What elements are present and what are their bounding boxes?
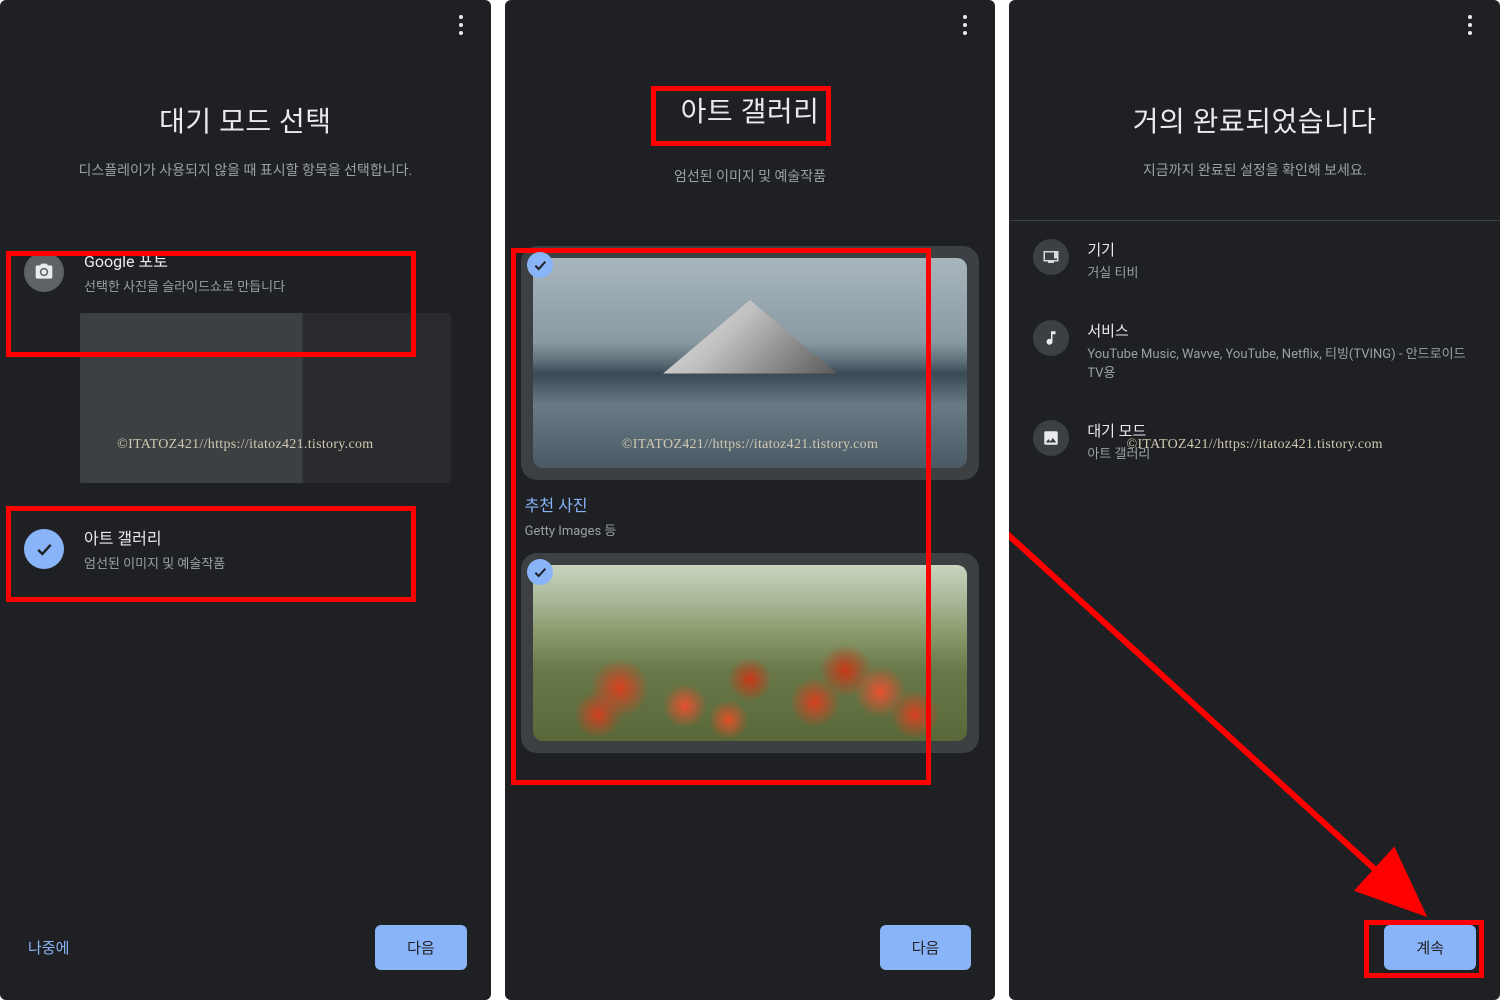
image-icon [1033, 420, 1069, 456]
summary-item-services[interactable]: 서비스 YouTube Music, Wavve, YouTube, Netfl… [1033, 302, 1476, 402]
summary-desc: 아트 갤러리 [1087, 445, 1150, 465]
page-subtitle: 엄선된 이미지 및 예술작품 [525, 166, 976, 186]
check-icon [527, 252, 553, 278]
arrow-annotation [1009, 480, 1469, 960]
more-vert-icon[interactable] [955, 7, 975, 43]
highlight-box-title [651, 86, 831, 146]
highlight-box-continue [1364, 920, 1484, 978]
summary-item-device[interactable]: 기기 거실 티비 [1033, 221, 1476, 302]
more-vert-icon[interactable] [1460, 7, 1480, 43]
later-link[interactable]: 나중에 [24, 929, 73, 966]
topbar [1009, 0, 1500, 50]
summary-desc: YouTube Music, Wavve, YouTube, Netflix, … [1087, 345, 1476, 384]
summary-list: 기기 거실 티비 서비스 YouTube Music, Wavve, YouTu… [1009, 220, 1500, 482]
summary-title: 서비스 [1087, 320, 1476, 341]
highlight-box [6, 251, 416, 357]
summary-text: 서비스 YouTube Music, Wavve, YouTube, Netfl… [1087, 320, 1476, 384]
summary-text: 대기 모드 아트 갤러리 [1087, 420, 1150, 465]
bottom-bar: 나중에 다음 [0, 901, 491, 1000]
page-title: 거의 완료되었습니다 [1029, 100, 1480, 140]
summary-title: 기기 [1087, 239, 1138, 260]
topbar [505, 0, 996, 50]
check-icon [527, 559, 553, 585]
next-button[interactable]: 다음 [880, 925, 972, 970]
panel-ambient-mode: 대기 모드 선택 디스플레이가 사용되지 않을 때 표시할 항목을 선택합니다.… [0, 0, 491, 1000]
next-button[interactable]: 다음 [375, 925, 467, 970]
page-subtitle: 디스플레이가 사용되지 않을 때 표시할 항목을 선택합니다. [20, 160, 471, 180]
summary-title: 대기 모드 [1087, 420, 1150, 441]
topbar [0, 0, 491, 50]
music-note-icon [1033, 320, 1069, 356]
page-title: 대기 모드 선택 [20, 100, 471, 140]
summary-desc: 거실 티비 [1087, 264, 1138, 284]
page-subtitle: 지금까지 완료된 설정을 확인해 보세요. [1029, 160, 1480, 180]
highlight-box-gallery [511, 248, 931, 785]
bottom-bar: 다음 [505, 901, 996, 1000]
more-vert-icon[interactable] [451, 7, 471, 43]
panel-art-gallery: 아트 갤러리 엄선된 이미지 및 예술작품 추천 사진 Getty Images… [505, 0, 996, 1000]
highlight-box [6, 506, 416, 602]
summary-item-ambient[interactable]: 대기 모드 아트 갤러리 [1033, 402, 1476, 483]
panel-almost-done: 거의 완료되었습니다 지금까지 완료된 설정을 확인해 보세요. 기기 거실 티… [1009, 0, 1500, 1000]
header: 대기 모드 선택 디스플레이가 사용되지 않을 때 표시할 항목을 선택합니다. [0, 50, 491, 210]
summary-text: 기기 거실 티비 [1087, 239, 1138, 284]
header: 거의 완료되었습니다 지금까지 완료된 설정을 확인해 보세요. [1009, 50, 1500, 210]
devices-icon [1033, 239, 1069, 275]
